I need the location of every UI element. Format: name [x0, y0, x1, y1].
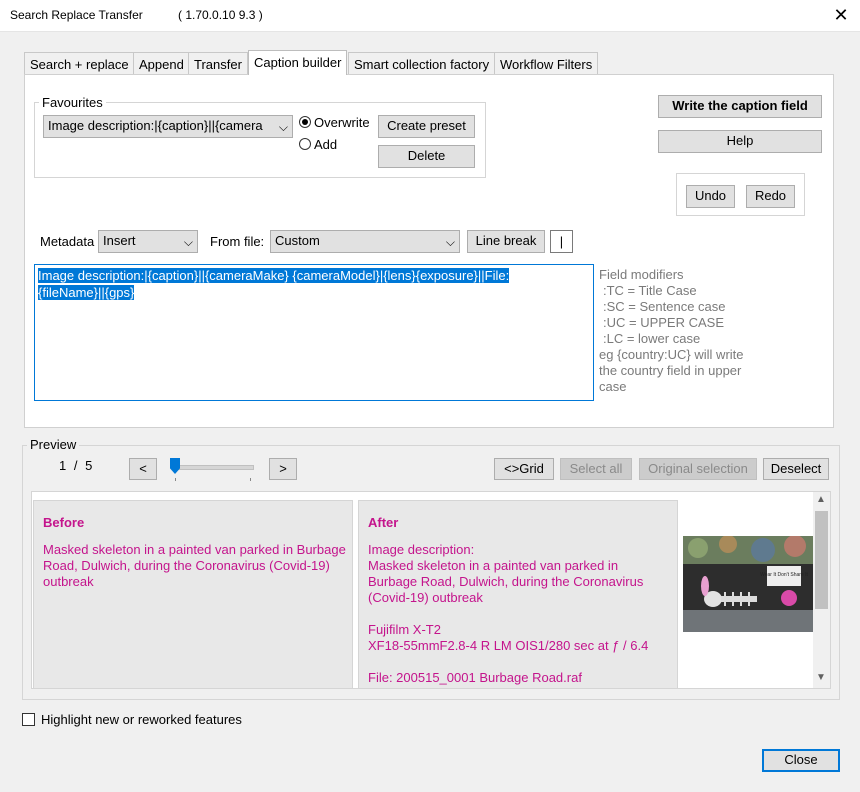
- favourites-selected: Image description:|{caption}||{camera: [48, 118, 263, 133]
- before-text: Masked skeleton in a painted van parked …: [43, 542, 346, 589]
- redo-button[interactable]: Redo: [746, 185, 795, 208]
- grid-toggle-button[interactable]: <>Grid: [494, 458, 554, 480]
- after-line-4: XF18-55mmF2.8-4 R LM OIS1/280 sec at ƒ /…: [368, 638, 649, 653]
- page-counter: 1 / 5: [59, 458, 92, 473]
- help-button[interactable]: Help: [658, 130, 822, 153]
- before-title: Before: [43, 515, 85, 530]
- tab-append[interactable]: Append: [133, 52, 190, 74]
- after-line-1: Image description:: [368, 542, 475, 557]
- from-file-select[interactable]: Custom ⌵: [270, 230, 460, 253]
- chevron-down-icon: ⌵: [278, 120, 288, 134]
- preview-thumbnail[interactable]: Wear It Don't Share It: [683, 536, 813, 632]
- tab-caption-builder[interactable]: Caption builder: [248, 50, 348, 75]
- thumbnail-sign-text: Wear It Don't Share It: [760, 572, 808, 578]
- select-all-button[interactable]: Select all: [560, 458, 632, 480]
- after-title: After: [368, 515, 399, 530]
- page-slash: /: [73, 458, 78, 473]
- tab-search-replace[interactable]: Search + replace: [24, 52, 135, 74]
- modifier-sc: :SC = Sentence case: [603, 299, 726, 314]
- overwrite-label: Overwrite: [314, 115, 370, 130]
- window-version: ( 1.70.0.10 9.3 ): [178, 8, 263, 22]
- modifier-example-3: case: [599, 379, 627, 394]
- metadata-select[interactable]: Insert ⌵: [98, 230, 198, 253]
- highlight-checkbox[interactable]: [22, 713, 35, 726]
- thumbnail-image: Wear It Don't Share It: [683, 536, 813, 632]
- after-text: Image description: Masked skeleton in a …: [368, 542, 668, 686]
- delete-button[interactable]: Delete: [378, 145, 475, 168]
- chevron-down-icon: ⌵: [445, 235, 455, 249]
- overwrite-radio[interactable]: [299, 116, 311, 128]
- add-label: Add: [314, 137, 338, 152]
- editor-line-1: Image description:|{caption}||{cameraMak…: [38, 268, 510, 283]
- preview-scrollbar[interactable]: ▲ ▼: [813, 492, 830, 688]
- metadata-selected: Insert: [103, 233, 136, 248]
- title-bar: Search Replace Transfer ( 1.70.0.10 9.3 …: [0, 0, 860, 32]
- slider-track: [174, 465, 254, 470]
- close-button[interactable]: Close: [762, 749, 840, 772]
- metadata-label: Metadata: [40, 234, 95, 249]
- chevron-down-icon[interactable]: ▼: [816, 672, 826, 683]
- slider-tick-start: [175, 478, 176, 481]
- from-file-selected: Custom: [275, 233, 320, 248]
- deselect-button[interactable]: Deselect: [763, 458, 829, 480]
- modifiers-title: Field modifiers: [599, 267, 684, 282]
- original-selection-button[interactable]: Original selection: [639, 458, 757, 480]
- line-break-button[interactable]: Line break: [467, 230, 545, 253]
- preview-legend: Preview: [27, 437, 80, 452]
- undo-button[interactable]: Undo: [686, 185, 735, 208]
- create-preset-button[interactable]: Create preset: [378, 115, 475, 138]
- after-card[interactable]: After Image description: Masked skeleton…: [358, 500, 678, 689]
- previous-button[interactable]: <: [129, 458, 157, 480]
- next-button[interactable]: >: [269, 458, 297, 480]
- chevron-down-icon: ⌵: [183, 235, 193, 249]
- editor-line-2: {fileName}||{gps}: [38, 285, 135, 300]
- after-line-2: Masked skeleton in a painted van parked …: [368, 558, 644, 605]
- add-radio[interactable]: [299, 138, 311, 150]
- slider-thumb[interactable]: [170, 458, 180, 474]
- favourites-select[interactable]: Image description:|{caption}||{camera ⌵: [43, 115, 293, 138]
- caption-template-editor[interactable]: Image description:|{caption}||{cameraMak…: [34, 264, 594, 401]
- close-window-icon[interactable]: ✕: [826, 2, 856, 28]
- modifier-example-1: eg {country:UC} will write: [599, 347, 744, 362]
- tab-transfer[interactable]: Transfer: [188, 52, 248, 74]
- after-line-5: File: 200515_0001 Burbage Road.raf: [368, 670, 582, 685]
- highlight-label: Highlight new or reworked features: [41, 712, 242, 727]
- before-card[interactable]: Before Masked skeleton in a painted van …: [33, 500, 353, 689]
- chevron-up-icon[interactable]: ▲: [816, 494, 826, 505]
- favourites-legend: Favourites: [39, 95, 106, 110]
- separator-input[interactable]: |: [550, 230, 573, 253]
- from-file-label: From file:: [210, 234, 265, 249]
- modifier-tc: :TC = Title Case: [603, 283, 697, 298]
- write-caption-button[interactable]: Write the caption field: [658, 95, 822, 118]
- field-modifiers-help: Field modifiers :TC = Title Case :SC = S…: [599, 267, 744, 395]
- slider-tick-end: [250, 478, 251, 481]
- window-title: Search Replace Transfer: [10, 8, 143, 22]
- scrollbar-thumb[interactable]: [815, 511, 828, 609]
- modifier-uc: :UC = UPPER CASE: [603, 315, 725, 330]
- tab-smart-collection-factory[interactable]: Smart collection factory: [348, 52, 496, 74]
- after-line-3: Fujifilm X-T2: [368, 622, 441, 637]
- tab-workflow-filters[interactable]: Workflow Filters: [494, 52, 599, 74]
- page-current: 1: [59, 458, 67, 473]
- modifier-example-2: the country field in upper: [599, 363, 742, 378]
- page-total: 5: [85, 458, 93, 473]
- preview-slider[interactable]: [170, 458, 256, 482]
- modifier-lc: :LC = lower case: [603, 331, 701, 346]
